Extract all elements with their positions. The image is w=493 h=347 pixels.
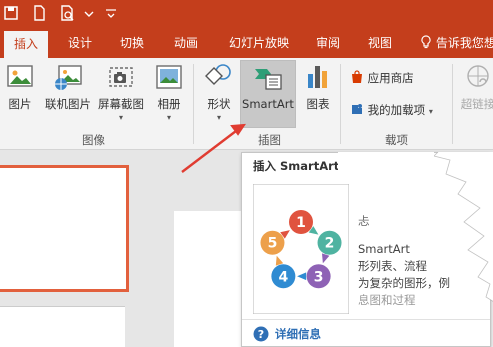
tooltip-footer[interactable]: ? 详细信息 — [242, 319, 490, 347]
svg-text:?: ? — [258, 328, 264, 341]
cycle-node-number: 3 — [314, 269, 324, 285]
cycle-node-number: 5 — [268, 236, 278, 252]
torn-paper-overlay — [338, 152, 493, 302]
help-icon: ? — [253, 326, 269, 342]
smartart-cycle-preview: 1 2 3 4 5 — [253, 184, 349, 314]
cycle-node-number: 2 — [325, 236, 335, 252]
cycle-node-number: 1 — [296, 215, 306, 231]
cycle-node-number: 4 — [278, 269, 288, 285]
smartart-tooltip: 插入 SmartArt 12345 忐 SmartArt 形列表、流程 为复杂的… — [241, 152, 493, 347]
tooltip-title: 插入 SmartArt — [253, 159, 340, 173]
more-info-link[interactable]: 详细信息 — [275, 326, 321, 342]
